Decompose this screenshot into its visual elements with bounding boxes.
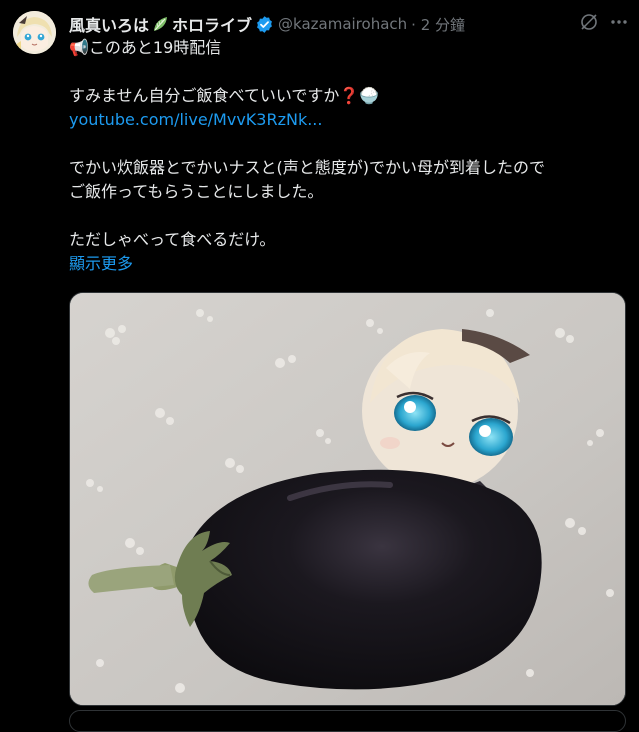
- tweet-line: すみません自分ご飯食べていいですか❓🍚: [69, 86, 380, 105]
- more-icon[interactable]: [609, 12, 629, 32]
- avatar[interactable]: [13, 11, 56, 54]
- tweet-line: 📢このあと19時配信: [69, 38, 222, 57]
- tweet-text: 📢このあと19時配信 すみません自分ご飯食べていいですか❓🍚 youtube.c…: [69, 36, 629, 276]
- display-name-suffix[interactable]: ホロライブ: [172, 12, 252, 36]
- tweet-header: 風真いろは ホロライブ @kazamairohach · 2 分鐘: [69, 10, 629, 38]
- author-handle[interactable]: @kazamairohach: [278, 15, 407, 33]
- timestamp[interactable]: · 2 分鐘: [411, 14, 465, 35]
- tweet-line: ご飯作ってもらうことにしました。: [69, 182, 324, 201]
- show-more-link[interactable]: 顯示更多: [69, 252, 629, 276]
- tweet-line: でかい炊飯器とでかいナスと(声と態度が)でかい母が到着したので: [69, 158, 546, 177]
- tweet[interactable]: 風真いろは ホロライブ @kazamairohach · 2 分鐘 📢このあと1…: [0, 0, 639, 732]
- youtube-link[interactable]: youtube.com/live/MvvK3RzNk...: [69, 108, 629, 132]
- grok-icon[interactable]: [579, 12, 599, 32]
- quoted-card-edge[interactable]: [69, 710, 626, 732]
- leaf-icon: [152, 15, 170, 33]
- tweet-line: ただしゃべって食べるだけ。: [69, 230, 276, 249]
- display-name[interactable]: 風真いろは: [69, 12, 149, 36]
- tweet-photo[interactable]: [69, 292, 626, 706]
- verified-icon: [255, 15, 274, 34]
